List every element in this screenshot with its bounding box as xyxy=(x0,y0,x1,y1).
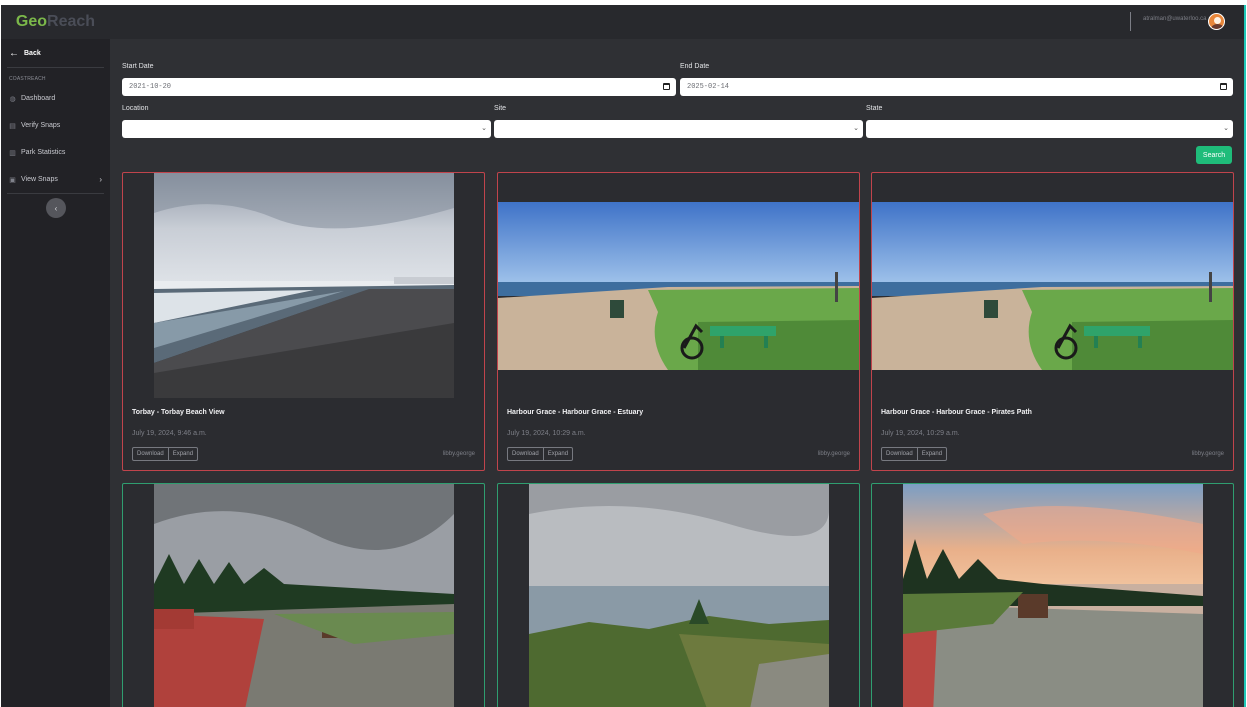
beach-photo-image xyxy=(154,173,454,398)
site-label: Site xyxy=(494,105,507,112)
dashboard-icon: ◍ xyxy=(9,95,16,103)
snap-photo[interactable] xyxy=(529,484,829,707)
expand-button[interactable]: Expand xyxy=(543,447,574,461)
sidebar-section-label: COASTREACH xyxy=(9,76,46,82)
snap-actions: Download Expand xyxy=(507,447,574,461)
back-link[interactable]: ← Back xyxy=(7,40,104,68)
coast-photo-image xyxy=(529,484,829,707)
snap-date: July 19, 2024, 10:29 a.m. xyxy=(507,430,586,437)
snap-card: Harbour Grace - Harbour Grace - Pirates … xyxy=(871,172,1234,471)
app-window: Geo Reach ← Back COASTREACH ◍ Dashboard ▤… xyxy=(1,5,1246,707)
avatar-body xyxy=(1211,24,1224,29)
download-button[interactable]: Download xyxy=(881,447,918,461)
snap-photo[interactable] xyxy=(872,202,1233,370)
snap-actions: Download Expand xyxy=(132,447,199,461)
collapse-sidebar-button[interactable]: ‹ xyxy=(46,198,66,218)
snap-date: July 19, 2024, 10:29 a.m. xyxy=(881,430,960,437)
state-select[interactable]: ⌄ xyxy=(866,120,1233,138)
snap-title: Harbour Grace - Harbour Grace - Estuary xyxy=(507,409,644,416)
chart-icon: ▥ xyxy=(9,149,16,157)
location-label: Location xyxy=(122,105,149,112)
calendar-icon[interactable] xyxy=(1220,83,1227,90)
chevron-down-icon: ⌄ xyxy=(853,124,859,132)
pirates-path-photo-image xyxy=(872,202,1233,370)
snap-author: libby.george xyxy=(817,451,850,457)
user-email[interactable]: atralman@uwaterloo.ca xyxy=(1143,16,1206,22)
brand-part-reach: Reach xyxy=(47,13,96,30)
snap-card xyxy=(122,483,485,707)
chevron-down-icon: ⌄ xyxy=(1223,124,1229,132)
expand-button[interactable]: Expand xyxy=(917,447,948,461)
site-select[interactable]: ⌄ xyxy=(494,120,863,138)
location-select[interactable]: ⌄ xyxy=(122,120,491,138)
estuary-photo-image xyxy=(498,202,859,370)
sidebar-item-label: View Snaps xyxy=(21,176,58,183)
end-date-input[interactable]: 2025-02-14 xyxy=(680,78,1233,96)
arrow-left-icon: ← xyxy=(9,48,19,59)
topbar-divider xyxy=(1130,12,1131,31)
sidebar-item-label: Verify Snaps xyxy=(21,122,61,129)
deck-photo-image xyxy=(154,484,454,707)
sidebar-item-label: Park Statistics xyxy=(21,149,66,156)
snap-photo[interactable] xyxy=(903,484,1203,707)
snap-card xyxy=(497,483,860,707)
state-label: State xyxy=(866,105,883,112)
download-button[interactable]: Download xyxy=(132,447,169,461)
snap-card: Torbay - Torbay Beach View July 19, 2024… xyxy=(122,172,485,471)
verify-icon: ▤ xyxy=(9,122,16,130)
snap-photo[interactable] xyxy=(154,173,454,398)
chevron-down-icon: ⌄ xyxy=(481,124,487,132)
end-date-label: End Date xyxy=(680,63,710,70)
snap-card: Harbour Grace - Harbour Grace - Estuary … xyxy=(497,172,860,471)
sidebar-item-view-snaps[interactable]: ▣ View Snaps › xyxy=(1,166,110,193)
snap-photo[interactable] xyxy=(154,484,454,707)
brand-part-geo: Geo xyxy=(15,13,48,30)
topbar: atralman@uwaterloo.ca xyxy=(110,5,1244,39)
sidebar-item-park-statistics[interactable]: ▥ Park Statistics xyxy=(1,139,110,166)
snap-author: libby.george xyxy=(1191,451,1224,457)
snap-card xyxy=(871,483,1234,707)
chevron-right-icon: › xyxy=(99,175,102,184)
sunset-photo-image xyxy=(903,484,1203,707)
start-date-label: Start Date xyxy=(122,63,154,70)
avatar-face xyxy=(1214,17,1221,24)
calendar-icon[interactable] xyxy=(663,83,670,90)
snap-title: Torbay - Torbay Beach View xyxy=(132,409,225,416)
sidebar: Geo Reach ← Back COASTREACH ◍ Dashboard ▤… xyxy=(1,5,110,707)
start-date-value: 2021-10-20 xyxy=(129,83,172,91)
end-date-value: 2025-02-14 xyxy=(687,83,730,91)
start-date-input[interactable]: 2021-10-20 xyxy=(122,78,676,96)
snap-actions: Download Expand xyxy=(881,447,948,461)
avatar[interactable] xyxy=(1208,13,1225,30)
back-label: Back xyxy=(24,50,41,57)
search-button[interactable]: Search xyxy=(1196,146,1232,164)
sidebar-divider xyxy=(7,193,104,194)
snap-title: Harbour Grace - Harbour Grace - Pirates … xyxy=(881,409,1032,416)
sidebar-item-dashboard[interactable]: ◍ Dashboard xyxy=(1,85,110,112)
photo-icon: ▣ xyxy=(9,176,16,184)
sidebar-item-verify-snaps[interactable]: ▤ Verify Snaps xyxy=(1,112,110,139)
snap-date: July 19, 2024, 9:46 a.m. xyxy=(132,430,207,437)
snap-author: libby.george xyxy=(442,451,475,457)
download-button[interactable]: Download xyxy=(507,447,544,461)
snap-photo[interactable] xyxy=(498,202,859,370)
expand-button[interactable]: Expand xyxy=(168,447,199,461)
brand-logo[interactable]: Geo Reach xyxy=(1,5,110,39)
sidebar-item-label: Dashboard xyxy=(21,95,56,102)
chevron-left-icon: ‹ xyxy=(54,203,58,213)
